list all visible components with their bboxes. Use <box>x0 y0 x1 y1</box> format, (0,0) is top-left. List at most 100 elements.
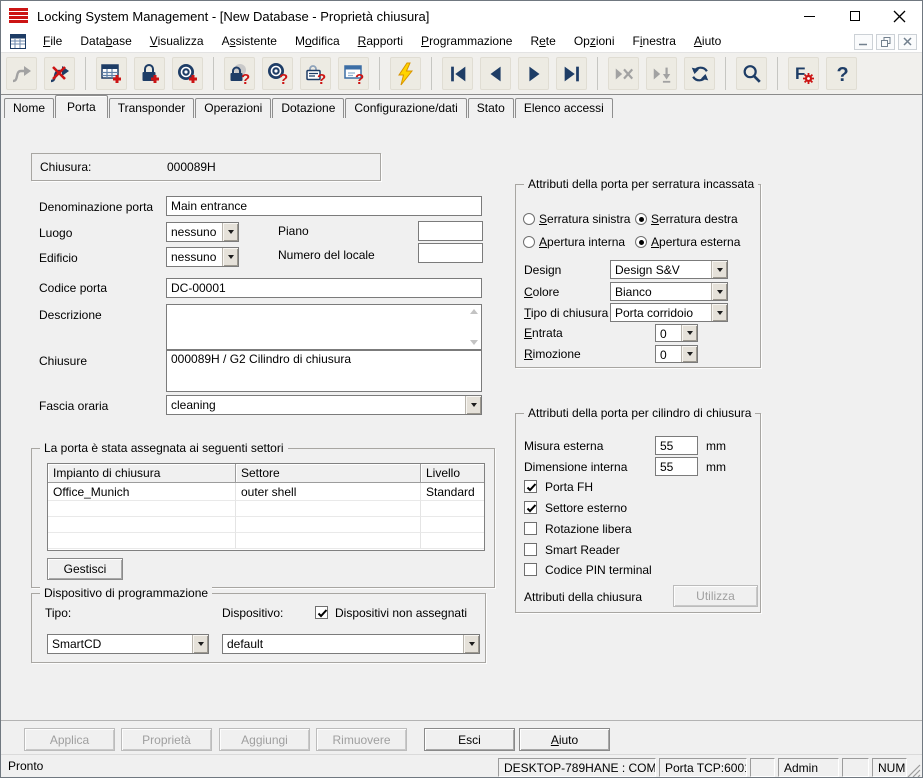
tipo-select[interactable]: SmartCD <box>47 634 209 654</box>
document-icon[interactable] <box>10 34 26 49</box>
program-button[interactable] <box>390 57 421 90</box>
chevron-down-icon[interactable] <box>463 635 479 653</box>
tab-configurazione-dati[interactable]: Configurazione/dati <box>345 98 466 118</box>
serratura-sinistra-radio[interactable] <box>523 213 535 225</box>
chevron-down-icon[interactable] <box>711 283 727 300</box>
edificio-select[interactable]: nessuno <box>166 247 239 267</box>
esci-button[interactable]: Esci <box>424 728 515 751</box>
chevron-down-icon[interactable] <box>222 223 238 241</box>
column-header[interactable]: Impianto di chiusura <box>48 464 236 483</box>
chevron-down-icon[interactable] <box>681 325 697 341</box>
new-matrix-button[interactable] <box>96 57 127 90</box>
piano-input[interactable] <box>418 221 483 241</box>
utilizza-button[interactable]: Utilizza <box>673 585 758 607</box>
menu-assistente[interactable]: Assistente <box>213 31 286 52</box>
read-lock-button[interactable]: ? <box>224 57 255 90</box>
undo-button[interactable] <box>6 57 37 90</box>
colore-select[interactable]: Bianco <box>610 282 728 301</box>
search-button[interactable] <box>736 57 767 90</box>
menu-opzioni[interactable]: Opzioni <box>565 31 624 52</box>
tab-operazioni[interactable]: Operazioni <box>195 98 271 118</box>
denominazione-input[interactable] <box>166 196 482 216</box>
chevron-down-icon[interactable] <box>681 346 697 362</box>
maximize-button[interactable] <box>832 1 877 31</box>
tab-transponder[interactable]: Transponder <box>109 98 195 118</box>
entrata-select[interactable]: 0 <box>655 324 698 342</box>
menu-rapporti[interactable]: Rapporti <box>349 31 412 52</box>
column-header[interactable]: Livello <box>421 464 484 483</box>
new-lock-button[interactable] <box>134 57 165 90</box>
accept-record-button[interactable] <box>646 57 677 90</box>
gestisci-button[interactable]: Gestisci <box>47 558 123 580</box>
mdi-close-button[interactable] <box>898 34 917 50</box>
codice-pin-terminal-checkbox[interactable] <box>524 563 537 576</box>
menu-visualizza[interactable]: Visualizza <box>141 31 213 52</box>
smart-reader-checkbox[interactable] <box>524 543 537 556</box>
chevron-down-icon[interactable] <box>222 248 238 266</box>
read-window-button[interactable]: ? <box>338 57 369 90</box>
read-lock-data-button[interactable]: ? <box>300 57 331 90</box>
accept-record-icon <box>651 63 673 85</box>
dispositivo-select[interactable]: default <box>222 634 480 654</box>
proprieta-button[interactable]: Proprietà <box>121 728 212 751</box>
table-row[interactable]: Office_Munich outer shell Standard <box>48 483 484 501</box>
menu-database[interactable]: Database <box>71 31 140 52</box>
refresh-button[interactable] <box>684 57 715 90</box>
fascia-oraria-select[interactable]: cleaning <box>166 395 482 415</box>
apertura-interna-radio[interactable] <box>523 236 535 248</box>
scroll-down-icon[interactable] <box>470 340 478 345</box>
applica-button[interactable]: Applica <box>24 728 115 751</box>
chevron-down-icon[interactable] <box>192 635 208 653</box>
menu-finestra[interactable]: Finestra <box>624 31 685 52</box>
dimensione-interna-input[interactable] <box>655 457 698 476</box>
rimozione-select[interactable]: 0 <box>655 345 698 363</box>
new-transponder-button[interactable] <box>172 57 203 90</box>
aggiungi-button[interactable]: Aggiungi <box>219 728 310 751</box>
next-record-button[interactable] <box>518 57 549 90</box>
last-record-button[interactable] <box>556 57 587 90</box>
minimize-button[interactable] <box>787 1 832 31</box>
tab-elenco-accessi[interactable]: Elenco accessi <box>515 98 613 118</box>
close-button[interactable] <box>877 1 922 31</box>
cancel-record-button[interactable] <box>608 57 639 90</box>
settore-esterno-checkbox[interactable] <box>524 501 537 514</box>
disconnect-button[interactable] <box>44 57 75 90</box>
porta-fh-checkbox[interactable] <box>524 480 537 493</box>
menu-programmazione[interactable]: Programmazione <box>412 31 521 52</box>
aiuto-button[interactable]: Aiuto <box>519 728 610 751</box>
resize-grip[interactable] <box>907 764 921 778</box>
descrizione-input[interactable] <box>166 304 482 350</box>
menu-modifica[interactable]: Modifica <box>286 31 349 52</box>
menu-aiuto[interactable]: Aiuto <box>685 31 730 52</box>
filter-settings-button[interactable]: F <box>788 57 819 90</box>
first-record-button[interactable] <box>442 57 473 90</box>
mdi-restore-button[interactable] <box>876 34 895 50</box>
serratura-destra-radio[interactable] <box>635 213 647 225</box>
chevron-down-icon[interactable] <box>711 304 727 321</box>
misura-esterna-input[interactable] <box>655 436 698 455</box>
menu-rete[interactable]: Rete <box>521 31 564 52</box>
menu-file[interactable]: File <box>34 31 71 52</box>
codice-porta-input[interactable] <box>166 278 482 298</box>
tab-nome[interactable]: Nome <box>4 98 54 118</box>
help-button[interactable]: ? <box>826 57 857 90</box>
design-select[interactable]: Design S&V <box>610 260 728 279</box>
rimuovere-button[interactable]: Rimuovere <box>316 728 407 751</box>
chevron-down-icon[interactable] <box>711 261 727 278</box>
column-header[interactable]: Settore <box>236 464 421 483</box>
rotazione-libera-checkbox[interactable] <box>524 522 537 535</box>
read-transponder-button[interactable]: ? <box>262 57 293 90</box>
chiusure-input[interactable]: 000089H / G2 Cilindro di chiusura <box>166 350 482 392</box>
tipo-chiusura-select[interactable]: Porta corridoio <box>610 303 728 322</box>
tab-porta[interactable]: Porta <box>55 95 108 118</box>
numero-locale-input[interactable] <box>418 243 483 263</box>
apertura-esterna-radio[interactable] <box>635 236 647 248</box>
previous-record-button[interactable] <box>480 57 511 90</box>
tab-dotazione[interactable]: Dotazione <box>272 98 344 118</box>
scroll-up-icon[interactable] <box>470 309 478 314</box>
dispositivi-non-assegnati-checkbox[interactable] <box>315 606 328 619</box>
luogo-select[interactable]: nessuno <box>166 222 239 242</box>
tab-stato[interactable]: Stato <box>468 98 514 118</box>
mdi-minimize-button[interactable] <box>854 34 873 50</box>
chevron-down-icon[interactable] <box>465 396 481 414</box>
